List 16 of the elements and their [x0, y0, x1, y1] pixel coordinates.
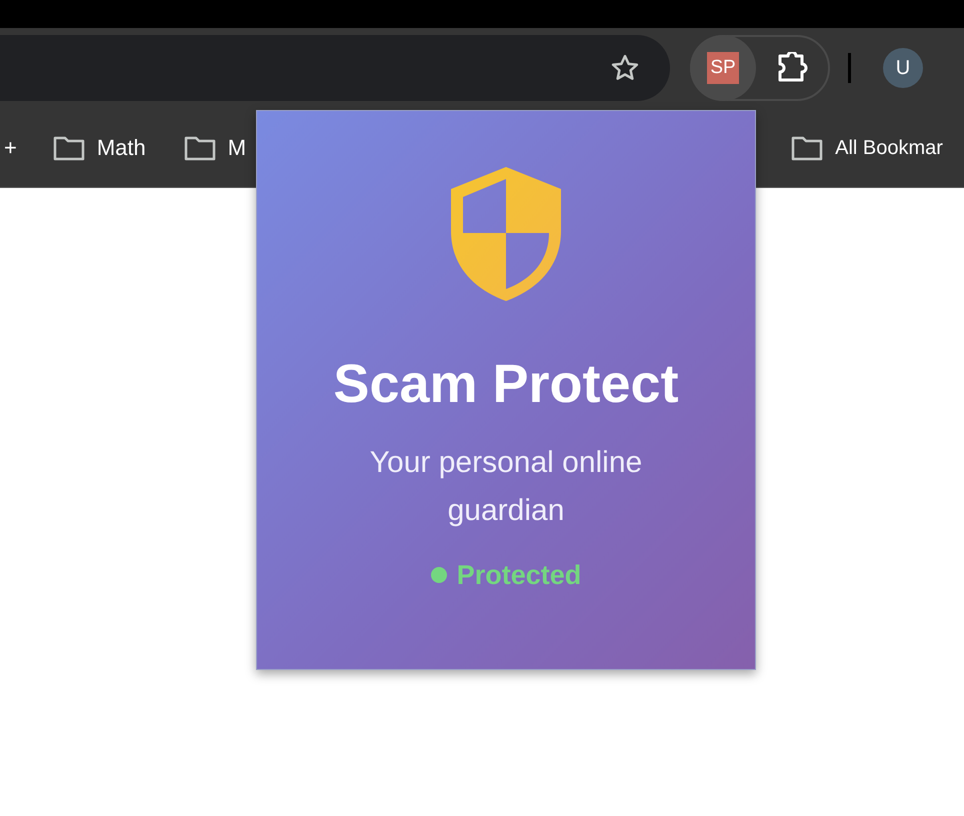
star-icon[interactable] — [610, 53, 640, 83]
folder-icon — [184, 134, 216, 160]
puzzle-icon — [776, 52, 810, 84]
folder-icon — [791, 134, 824, 160]
popup-subtitle: Your personal online guardian — [368, 445, 644, 529]
bookmark-label[interactable]: All Bookmar — [835, 132, 943, 162]
extension-badge: SP — [707, 52, 739, 84]
bookmark-label[interactable]: M — [228, 131, 246, 164]
extension-button[interactable]: SP — [690, 35, 756, 101]
bookmark-label[interactable]: Math — [96, 131, 146, 164]
profile-avatar[interactable]: U — [883, 48, 923, 88]
shield-icon — [451, 167, 561, 301]
popup-title: Scam Protect — [333, 357, 679, 411]
folder-icon — [52, 134, 85, 160]
bookmark-label[interactable]: + — [4, 131, 17, 164]
status-label: Protected — [456, 559, 582, 592]
